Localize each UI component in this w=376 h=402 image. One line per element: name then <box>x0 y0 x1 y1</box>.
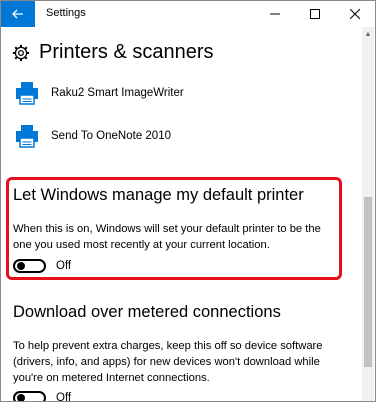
close-button[interactable] <box>335 1 375 27</box>
printer-name: Send To OneNote 2010 <box>51 130 171 142</box>
page-title: Printers & scanners <box>39 41 214 63</box>
printer-item-onenote[interactable]: Send To OneNote 2010 <box>14 123 171 149</box>
title-bar: Settings <box>1 1 375 27</box>
minimize-button[interactable] <box>255 1 295 27</box>
printer-icon <box>16 82 38 105</box>
metered-toggle[interactable]: Off <box>13 391 71 401</box>
toggle-switch[interactable] <box>13 259 46 273</box>
settings-content: Printers & scanners Raku2 Smart ImageWri… <box>1 27 363 401</box>
scroll-thumb[interactable] <box>364 197 372 367</box>
page-header: Printers & scanners <box>12 41 214 64</box>
maximize-icon <box>310 9 320 19</box>
default-printer-toggle[interactable]: Off <box>13 259 71 273</box>
maximize-button[interactable] <box>295 1 335 27</box>
printer-item-raku2[interactable]: Raku2 Smart ImageWriter <box>14 80 184 106</box>
toggle-state-label: Off <box>56 260 72 272</box>
back-button[interactable] <box>1 1 35 27</box>
arrow-left-icon <box>12 9 23 19</box>
printer-icon <box>16 125 38 148</box>
window-title: Settings <box>46 7 86 19</box>
toggle-knob <box>17 394 25 401</box>
metered-heading: Download over metered connections <box>13 303 281 321</box>
gear-icon <box>12 44 30 61</box>
toggle-state-label: Off <box>56 392 72 401</box>
vertical-scrollbar[interactable]: ▲ <box>362 27 374 401</box>
settings-window: Settings Printers & scanners Raku2 Smart… <box>0 0 376 402</box>
scroll-up-icon[interactable]: ▲ <box>362 27 374 41</box>
metered-description: To help prevent extra charges, keep this… <box>13 340 323 384</box>
window-controls <box>255 1 375 27</box>
toggle-knob <box>17 262 25 270</box>
printer-name: Raku2 Smart ImageWriter <box>51 87 184 99</box>
default-printer-description: When this is on, Windows will set your d… <box>13 223 321 251</box>
toggle-switch[interactable] <box>13 391 46 401</box>
minimize-icon <box>270 13 280 15</box>
default-printer-heading: Let Windows manage my default printer <box>13 186 304 204</box>
close-icon <box>350 9 360 19</box>
